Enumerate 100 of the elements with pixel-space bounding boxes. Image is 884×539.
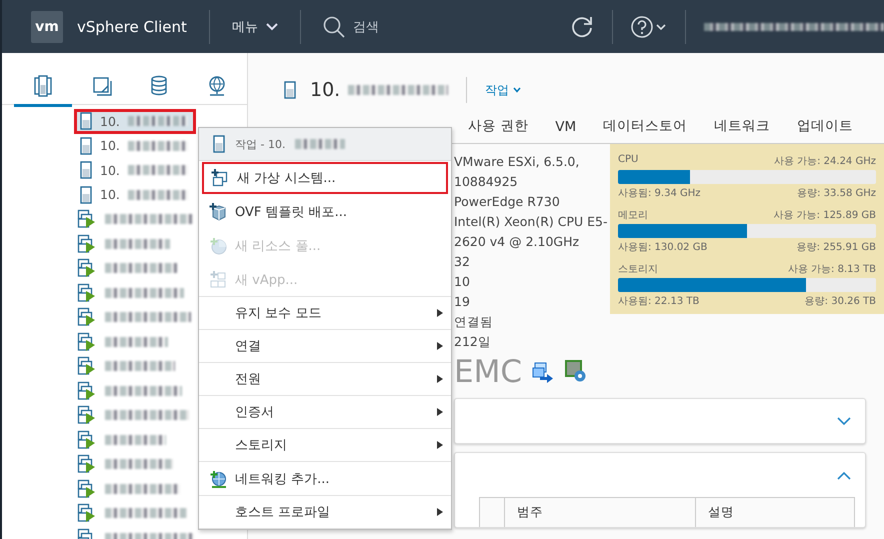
- host-address: 10.: [100, 187, 120, 202]
- vm-logo: vm: [31, 10, 63, 42]
- host-tree-item[interactable]: 10.: [80, 158, 192, 182]
- blurred-text: [105, 336, 168, 347]
- chevron-down-icon[interactable]: [837, 416, 851, 426]
- server-icon: [213, 135, 225, 153]
- submenu-arrow-icon: [437, 508, 443, 516]
- submenu-arrow-icon: [437, 408, 443, 416]
- column-header[interactable]: 범주: [504, 498, 695, 527]
- column-header[interactable]: 설명: [695, 498, 854, 527]
- blurred-text: [128, 165, 188, 176]
- menu-item[interactable]: 전원: [199, 363, 451, 396]
- host-name: 10.: [310, 79, 340, 101]
- menu-item[interactable]: 스토리지: [199, 429, 451, 462]
- used-amount: 사용됨: 9.34 GHz: [618, 187, 701, 200]
- server-icon: [80, 136, 92, 155]
- detail-value: 2620 v4 @ 2.10GHz: [454, 233, 580, 251]
- menu-item[interactable]: 네트워킹 추가...: [199, 462, 451, 496]
- free-amount: 사용 가능: 24.24 GHz: [774, 155, 876, 168]
- vm-icon: [77, 356, 97, 376]
- menu-title: 작업 - 10.: [235, 136, 286, 152]
- tab[interactable]: 사용 권한: [468, 117, 528, 143]
- detail-value: 10: [454, 273, 471, 291]
- refresh-icon[interactable]: [570, 14, 594, 38]
- tab[interactable]: 데이터스토어: [603, 117, 688, 143]
- grid-icon: [209, 270, 227, 288]
- help-icon[interactable]: [631, 16, 667, 38]
- server-icon: [284, 81, 296, 99]
- used-amount: 사용됨: 22.13 TB: [618, 295, 700, 308]
- app-title: vSphere Client: [77, 18, 187, 36]
- tab[interactable]: 업데이트: [797, 117, 854, 143]
- detail-value: VMware ESXi, 6.5.0,: [454, 153, 580, 171]
- resource-name: 스토리지: [618, 263, 658, 276]
- host-tree-item[interactable]: 10.: [80, 182, 192, 207]
- vm-icon: [77, 405, 97, 426]
- detail-value: 32: [454, 253, 471, 271]
- detail-value: PowerEdge R730: [454, 193, 561, 211]
- free-amount: 사용 가능: 8.13 TB: [788, 263, 876, 276]
- submenu-arrow-icon: [437, 309, 443, 317]
- chip-gear-icon[interactable]: [564, 360, 588, 384]
- vm-icon: [77, 332, 97, 352]
- chevron-down-icon: [266, 22, 278, 30]
- detail-value: 19: [454, 293, 471, 311]
- menu-item[interactable]: 인증서: [199, 396, 451, 429]
- vm-icon: [77, 503, 97, 524]
- new-vm-icon: [211, 169, 229, 187]
- caret-down-icon: [513, 87, 522, 93]
- vendor-logo: EMC: [454, 354, 522, 390]
- chevron-up-icon[interactable]: [837, 470, 851, 480]
- menu-item[interactable]: 새 가상 시스템...: [201, 161, 449, 195]
- blurred-text: [105, 434, 166, 445]
- blurred-text: [105, 263, 177, 274]
- menu-item[interactable]: 연결: [199, 330, 451, 363]
- host-address: 10.: [100, 138, 120, 154]
- menu-button[interactable]: 메뉴: [232, 18, 278, 36]
- tab[interactable]: VM: [555, 119, 576, 143]
- vm-icon: [77, 430, 97, 450]
- detail-value: 212일: [454, 333, 492, 351]
- server-icon: [80, 186, 92, 204]
- free-amount: 사용 가능: 125.89 GB: [773, 209, 876, 222]
- menu-item[interactable]: 호스트 프로파일: [199, 496, 451, 529]
- search-icon: [322, 16, 345, 38]
- vm-icon: [77, 282, 97, 303]
- detail-value: 10884925: [454, 173, 519, 191]
- host-tree-item[interactable]: 10.: [74, 109, 196, 134]
- blurred-text: [128, 116, 188, 126]
- globe-icon: [209, 470, 227, 488]
- resource-name: CPU: [618, 154, 638, 167]
- submenu-arrow-icon: [437, 342, 443, 350]
- host-address: 10.: [100, 114, 120, 129]
- used-amount: 사용됨: 130.02 GB: [618, 241, 708, 254]
- blurred-text: [105, 459, 173, 470]
- migrate-icon[interactable]: [532, 361, 554, 383]
- network-icon: [206, 75, 228, 97]
- vm-icon: [77, 478, 97, 499]
- host-address: 10.: [100, 162, 120, 178]
- vm-icon: [77, 454, 97, 474]
- actions-menu-button[interactable]: 작업: [485, 82, 522, 98]
- submenu-arrow-icon: [437, 375, 443, 383]
- tab[interactable]: 네트워크: [714, 117, 770, 143]
- search-field[interactable]: 검색: [322, 16, 379, 38]
- vm-icon: [77, 307, 97, 328]
- vm-icon: [77, 258, 97, 278]
- server-icon: [80, 161, 92, 180]
- blurred-text: [128, 140, 188, 151]
- vm-icon: [77, 234, 97, 254]
- detail-value: Intel(R) Xeon(R) CPU E5-: [454, 213, 609, 231]
- cube-icon: [209, 203, 227, 221]
- hosts-icon: [32, 75, 54, 97]
- menu-item[interactable]: 유지 보수 모드: [199, 297, 451, 330]
- server-icon: [80, 112, 92, 130]
- menu-item[interactable]: OVF 템플릿 배포...: [199, 195, 451, 229]
- submenu-arrow-icon: [437, 441, 443, 449]
- pie-icon: [209, 237, 227, 255]
- detail-value: 연결됨: [454, 313, 494, 331]
- blurred-text: [105, 361, 175, 372]
- storage-icon: [148, 75, 170, 97]
- capacity-amount: 용량: 33.58 GHz: [797, 187, 876, 200]
- resource-name: 메모리: [618, 209, 648, 222]
- host-tree-item[interactable]: 10.: [80, 134, 192, 158]
